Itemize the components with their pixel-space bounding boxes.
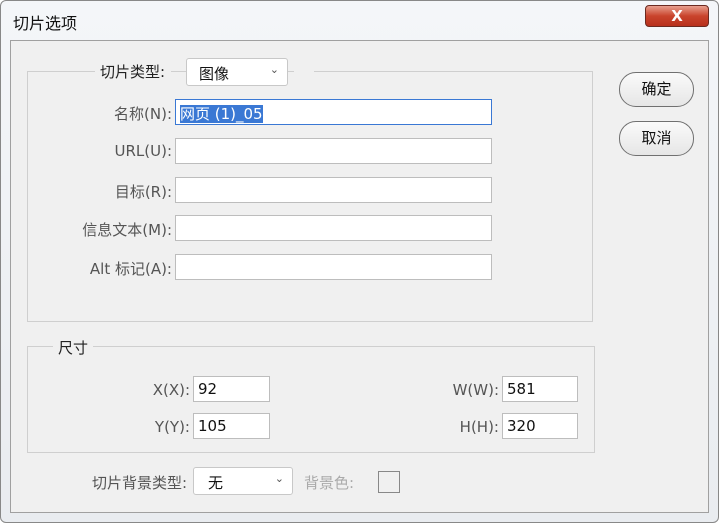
chevron-down-icon: ⌄ (269, 63, 279, 76)
background-type-label: 切片背景类型: (91, 474, 187, 492)
y-label: Y(Y): (154, 418, 190, 436)
close-button[interactable]: X (645, 5, 709, 27)
x-input[interactable]: 92 (193, 376, 270, 402)
alt-tag-label: Alt 标记(A): (89, 260, 172, 278)
background-color-swatch[interactable] (378, 471, 400, 493)
target-input[interactable] (175, 177, 492, 203)
url-label: URL(U): (114, 142, 173, 160)
message-text-label: 信息文本(M): (82, 221, 172, 239)
h-input[interactable]: 320 (502, 413, 578, 439)
background-color-label: 背景色: (304, 474, 355, 492)
w-input[interactable]: 581 (502, 376, 578, 402)
h-label: H(H): (459, 418, 499, 436)
ok-button[interactable]: 确定 (619, 72, 694, 107)
y-input[interactable]: 105 (193, 413, 270, 439)
name-input[interactable]: 网页 (1)_05 (175, 99, 492, 125)
cancel-button[interactable]: 取消 (619, 121, 694, 156)
message-text-input[interactable] (175, 215, 492, 241)
background-type-select[interactable]: 无 ⌄ (193, 467, 293, 495)
dialog-title: 切片选项 (13, 14, 78, 33)
w-label: W(W): (452, 381, 499, 399)
dimensions-legend: 尺寸 (53, 337, 94, 358)
slice-type-value: 图像 (199, 65, 230, 83)
name-value: 网页 (1)_05 (180, 105, 263, 123)
target-label: 目标(R): (114, 183, 172, 201)
name-label: 名称(N): (114, 105, 172, 123)
url-input[interactable] (175, 138, 492, 164)
slice-type-label: 切片类型: (95, 60, 172, 84)
background-type-value: 无 (208, 474, 224, 492)
chevron-down-icon: ⌄ (274, 472, 284, 485)
x-label: X(X): (152, 381, 190, 399)
alt-tag-input[interactable] (175, 254, 492, 280)
slice-type-select[interactable]: 图像 ⌄ (186, 58, 288, 86)
